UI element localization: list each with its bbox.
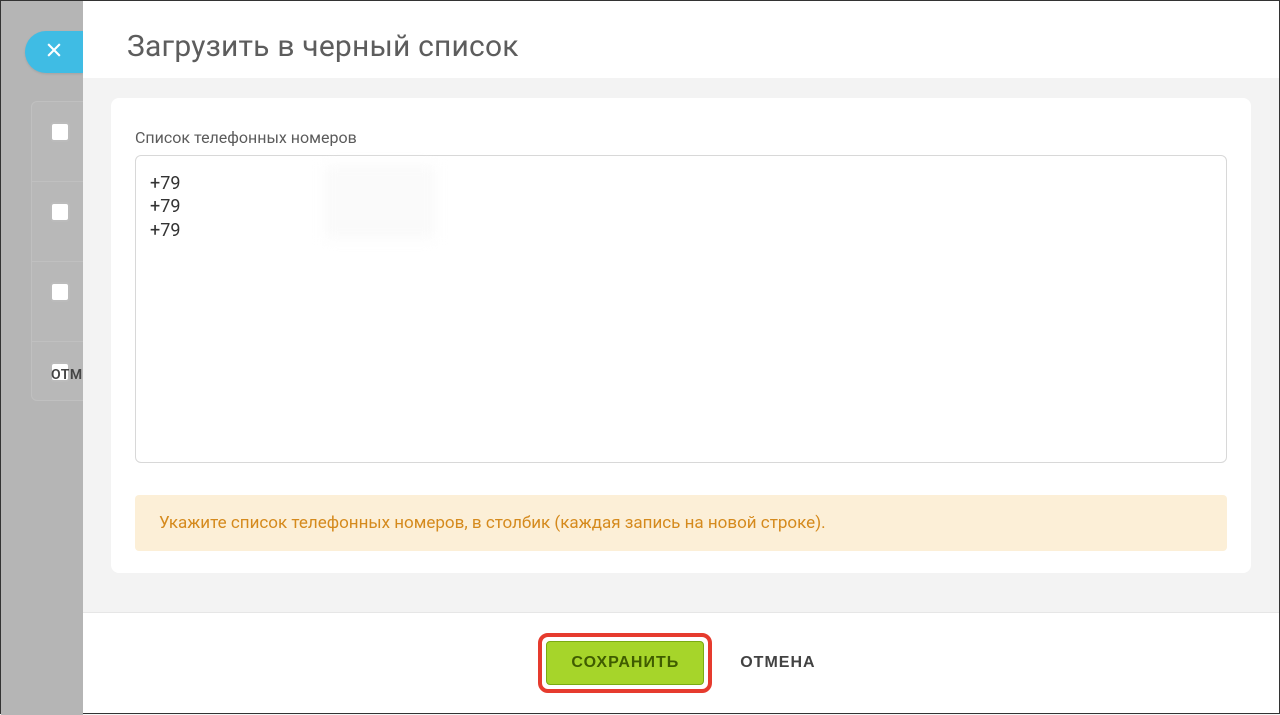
hint-text: Укажите список телефонных номеров, в сто… bbox=[135, 495, 1227, 551]
field-label: Список телефонных номеров bbox=[135, 128, 1227, 147]
save-button[interactable]: СОХРАНИТЬ bbox=[546, 641, 704, 685]
bg-checkbox bbox=[50, 282, 70, 302]
modal-header: Загрузить в черный список bbox=[83, 1, 1279, 78]
close-button[interactable] bbox=[25, 31, 83, 73]
background-card bbox=[31, 101, 91, 401]
close-icon bbox=[44, 40, 64, 64]
bg-checkbox bbox=[50, 122, 70, 142]
save-button-highlight: СОХРАНИТЬ bbox=[538, 633, 712, 693]
phones-textarea[interactable] bbox=[135, 155, 1227, 463]
modal: Загрузить в черный список Список телефон… bbox=[83, 1, 1279, 713]
cancel-button[interactable]: ОТМЕНА bbox=[732, 642, 823, 684]
modal-footer: СОХРАНИТЬ ОТМЕНА bbox=[83, 612, 1279, 713]
card: Список телефонных номеров Укажите список… bbox=[111, 98, 1251, 573]
bg-cancel-label: ОТМ bbox=[51, 367, 83, 383]
modal-title: Загрузить в черный список bbox=[127, 29, 1235, 64]
background-overlay: ОТМ bbox=[1, 1, 83, 715]
bg-checkbox bbox=[50, 202, 70, 222]
modal-body: Список телефонных номеров Укажите список… bbox=[83, 78, 1279, 612]
